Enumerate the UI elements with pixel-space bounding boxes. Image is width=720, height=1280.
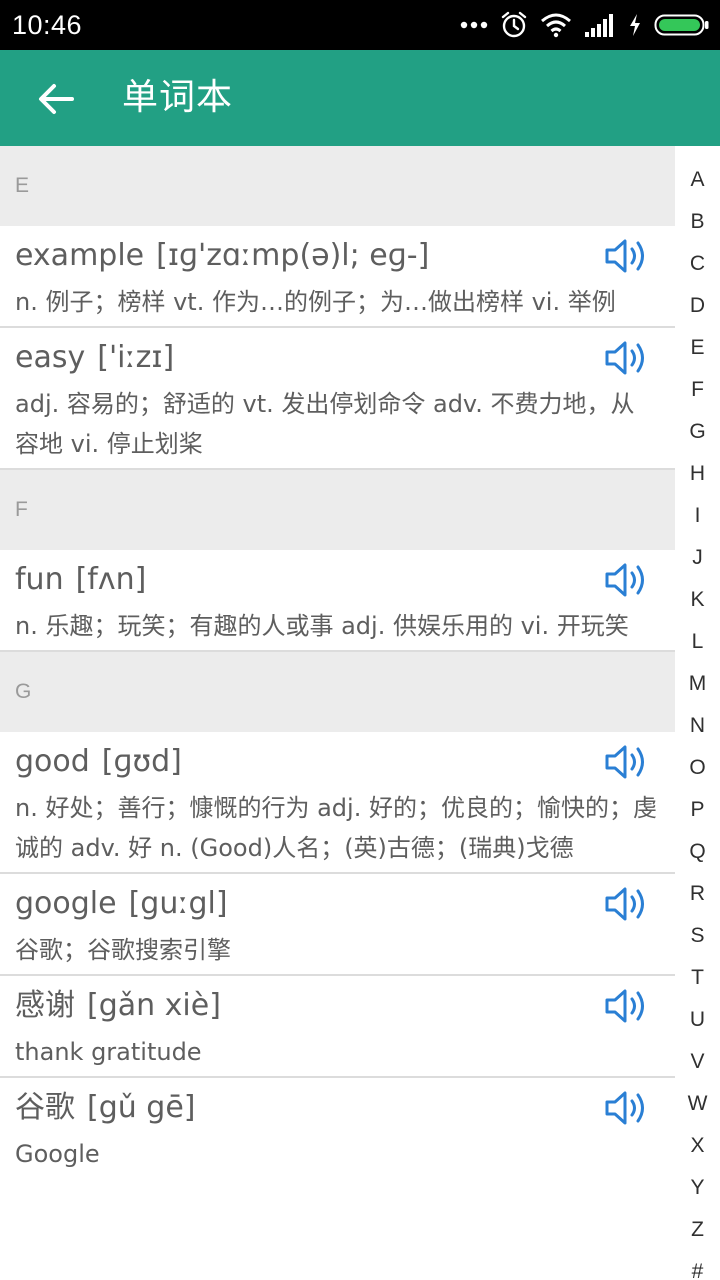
speaker-button[interactable] [604,562,650,598]
word-entry[interactable]: good [ɡʊd] n. 好处；善行；慷慨的行为 adj. 好的；优良的；愉快的；… [0,732,675,874]
index-letter[interactable]: Q [675,831,720,873]
entry-phonetic: [ɪɡ'zɑːmp(ə)l; eɡ-] [156,238,430,273]
speaker-button[interactable] [604,886,650,922]
index-letter[interactable]: R [675,873,720,915]
entry-phonetic: [gǎn xiè] [87,988,221,1023]
index-letter[interactable]: W [675,1083,720,1125]
speaker-button[interactable] [604,744,650,780]
entry-word: example [15,238,145,273]
speaker-icon [604,1090,650,1126]
entry-phonetic: [gǔ gē] [87,1090,196,1125]
word-entry[interactable]: easy ['iːzɪ] adj. 容易的；舒适的 vt. 发出停划命令 adv. … [0,328,675,470]
speaker-icon [604,340,650,376]
battery-icon [654,14,709,36]
speaker-icon [604,562,650,598]
entry-word: good [15,744,90,779]
entry-phonetic: [guːgl] [128,886,228,921]
entry-phonetic: [fʌn] [75,562,147,597]
entry-definition: 谷歌；谷歌搜索引擎 [15,936,231,964]
word-entry[interactable]: 谷歌 [gǔ gē] Google [0,1078,675,1178]
word-entry[interactable]: 感谢 [gǎn xiè] thank gratitude [0,976,675,1078]
word-list[interactable]: Eexample [ɪɡ'zɑːmp(ə)l; eɡ-] n. 例子；榜样 vt. … [0,146,675,1280]
index-letter[interactable]: P [675,789,720,831]
index-letter[interactable]: T [675,957,720,999]
entry-headline: easy ['iːzɪ] [15,340,660,376]
entry-phonetic: [ɡʊd] [101,744,182,779]
entry-headline: 谷歌 [gǔ gē] [15,1090,660,1126]
index-letter[interactable]: Z [675,1209,720,1251]
index-letter[interactable]: H [675,453,720,495]
section-header: F [0,470,675,550]
speaker-icon [604,744,650,780]
app-bar: 单词本 [0,50,720,146]
index-letter[interactable]: C [675,243,720,285]
word-entry[interactable]: google [guːgl] 谷歌；谷歌搜索引擎 [0,874,675,976]
index-letter[interactable]: O [675,747,720,789]
entry-definition: adj. 容易的；舒适的 vt. 发出停划命令 adv. 不费力地，从容地 vi… [15,390,635,458]
speaker-button[interactable] [604,238,650,274]
signal-icon [585,14,613,37]
speaker-button[interactable] [604,340,650,376]
alarm-icon [501,11,527,38]
entry-headline: fun [fʌn] [15,562,660,598]
index-letter[interactable]: N [675,705,720,747]
word-entry[interactable]: example [ɪɡ'zɑːmp(ə)l; eɡ-] n. 例子；榜样 vt. 作… [0,226,675,328]
section-header: E [0,146,675,226]
entry-definition: thank gratitude [15,1038,202,1066]
index-letter[interactable]: E [675,327,720,369]
index-letter[interactable]: U [675,999,720,1041]
entry-definition: Google [15,1140,100,1168]
index-letter[interactable]: # [675,1251,720,1280]
back-button[interactable] [22,65,90,133]
entry-word: 感谢 [15,988,75,1023]
status-bar: 10:46 [0,0,720,50]
word-entry[interactable]: fun [fʌn] n. 乐趣；玩笑；有趣的人或事 adj. 供娱乐用的 vi. 开… [0,550,675,652]
index-letter[interactable]: A [675,159,720,201]
index-letter[interactable]: G [675,411,720,453]
index-letter[interactable]: B [675,201,720,243]
index-letter[interactable]: J [675,537,720,579]
entry-headline: example [ɪɡ'zɑːmp(ə)l; eɡ-] [15,238,660,274]
status-icons [460,9,710,41]
speaker-button[interactable] [604,988,650,1024]
wifi-icon [541,13,571,38]
page-title: 单词本 [122,77,234,118]
index-letter[interactable]: Y [675,1167,720,1209]
entry-word: 谷歌 [15,1090,75,1125]
speaker-icon [604,988,650,1024]
index-letter[interactable]: X [675,1125,720,1167]
index-letter[interactable]: M [675,663,720,705]
index-letter[interactable]: K [675,579,720,621]
alphabet-index[interactable]: A B C D E F G H I J K L M N O P Q R S T U V W X Y Z # [675,146,720,1280]
charging-bolt-icon [630,14,640,36]
index-letter[interactable]: L [675,621,720,663]
index-letter[interactable]: D [675,285,720,327]
index-letter[interactable]: I [675,495,720,537]
speaker-icon [604,238,650,274]
index-letter[interactable]: S [675,915,720,957]
index-letter[interactable]: F [675,369,720,411]
entry-word: fun [15,562,64,597]
more-dots-icon [460,21,488,29]
section-header: G [0,652,675,732]
status-time: 10:46 [12,10,83,40]
entry-word: google [15,886,117,921]
entry-definition: n. 例子；榜样 vt. 作为…的例子；为…做出榜样 vi. 举例 [15,288,616,316]
arrow-left-icon [39,84,74,114]
entry-word: easy [15,340,86,375]
speaker-button[interactable] [604,1090,650,1126]
entry-headline: good [ɡʊd] [15,744,660,780]
index-letter[interactable]: V [675,1041,720,1083]
speaker-icon [604,886,650,922]
entry-headline: 感谢 [gǎn xiè] [15,988,660,1024]
entry-definition: n. 乐趣；玩笑；有趣的人或事 adj. 供娱乐用的 vi. 开玩笑 [15,612,629,640]
entry-headline: google [guːgl] [15,886,660,922]
entry-definition: n. 好处；善行；慷慨的行为 adj. 好的；优良的；愉快的；虔诚的 adv. … [15,794,657,862]
entry-phonetic: ['iːzɪ] [97,340,175,375]
